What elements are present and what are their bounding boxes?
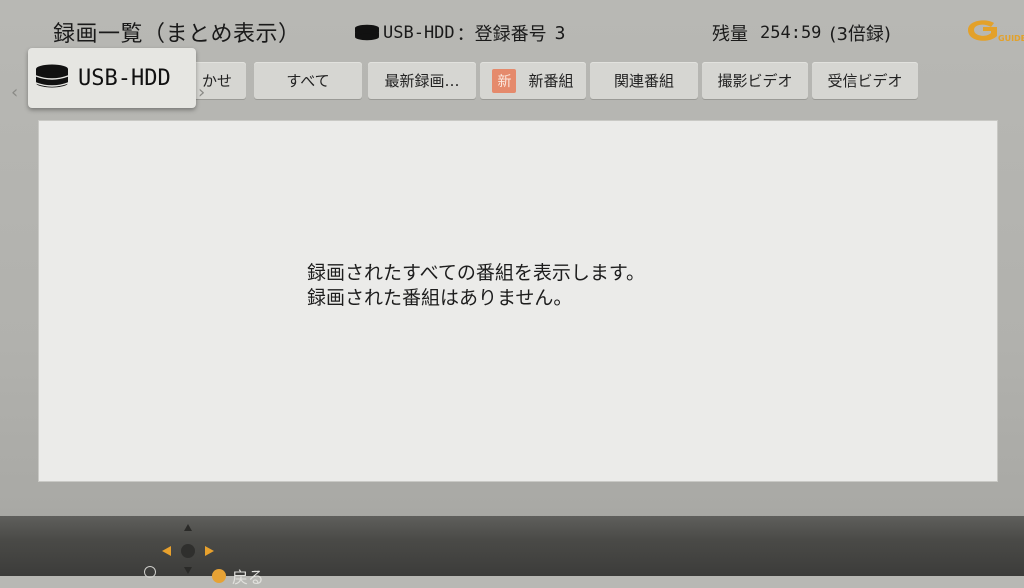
tab-label: 撮影ビデオ [717, 72, 793, 90]
back-circle-icon [212, 569, 226, 583]
remaining-time: 254:59 [760, 23, 822, 43]
page-title: 録画一覧（まとめ表示） [53, 22, 301, 47]
tab-related-programs[interactable]: 関連番組 [590, 62, 698, 99]
chevron-left-icon[interactable]: ‹ [11, 82, 18, 103]
hdd-stack-icon [355, 24, 379, 41]
tab-camera-video[interactable]: 撮影ビデオ [702, 62, 808, 99]
dpad-icon [162, 524, 214, 574]
tab-label: かせ [201, 72, 232, 90]
logo-text: GUIDE [998, 34, 1024, 43]
device-selector[interactable]: USB-HDD [28, 48, 196, 108]
remaining-label: 残量 [712, 24, 748, 45]
tab-label: 関連番組 [613, 72, 674, 90]
empty-message: 録画されたすべての番組を表示します。 録画された番組はありません。 [307, 261, 645, 311]
device-info: USB-HDD ：登録番号 3 [354, 20, 566, 46]
registration-label: ：登録番号 [456, 24, 547, 45]
tab-label: 新番組 [528, 72, 574, 90]
tab-label: 受信ビデオ [827, 72, 903, 90]
hdd-stack-icon [35, 64, 69, 88]
select-marker-icon [144, 566, 156, 578]
new-badge-icon: 新 [492, 68, 517, 93]
registration-number: 3 [554, 22, 566, 44]
recording-list-panel: 録画されたすべての番組を表示します。 録画された番組はありません。 [38, 120, 998, 482]
remaining-mode: (3倍録) [829, 24, 891, 45]
tab-label: すべて [286, 72, 330, 90]
chevron-right-icon[interactable]: › [198, 82, 205, 103]
back-button[interactable]: 戻る [212, 564, 264, 588]
tab-new-programs[interactable]: 新 新番組 [480, 62, 586, 99]
tab-latest-recordings[interactable]: 最新録画… [368, 62, 476, 99]
back-label: 戻る [232, 568, 265, 587]
empty-message-line: 録画されたすべての番組を表示します。 [307, 262, 646, 284]
device-name: USB-HDD [383, 23, 455, 43]
remaining-capacity: 残量 254:59 (3倍録) [712, 20, 891, 46]
empty-message-line: 録画された番組はありません。 [307, 287, 573, 309]
tab-label: 最新録画… [384, 72, 460, 90]
device-selector-label: USB-HDD [78, 65, 171, 91]
tab-received-video[interactable]: 受信ビデオ [812, 62, 918, 99]
tab-all[interactable]: すべて [254, 62, 362, 99]
g-guide-logo: GUIDE [968, 20, 1024, 43]
